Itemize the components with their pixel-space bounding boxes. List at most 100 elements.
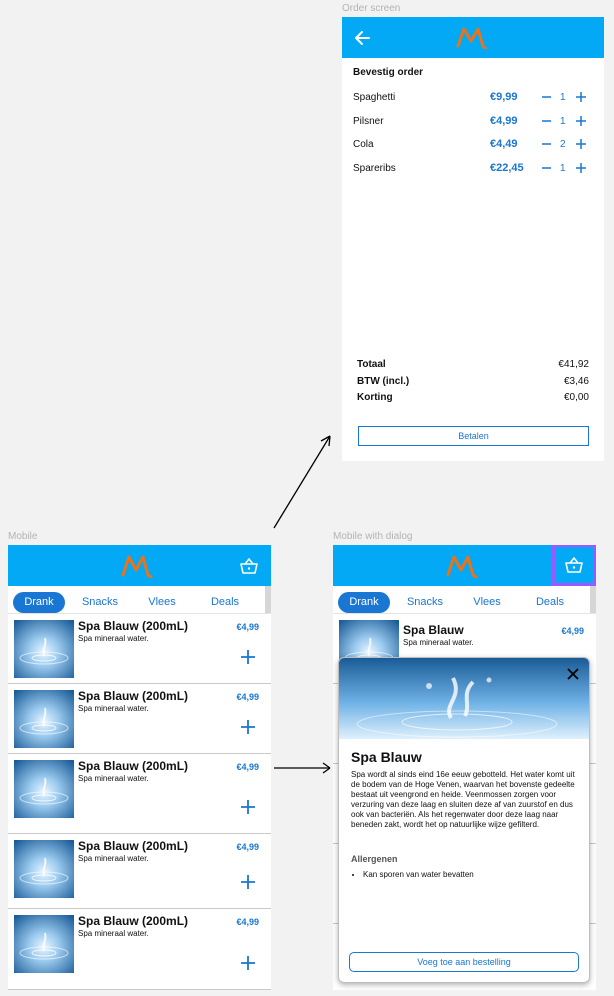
summary-value: €3,46 xyxy=(563,375,589,387)
summary-label: BTW (incl.) xyxy=(357,375,410,387)
item-price: €4,99 xyxy=(236,692,259,702)
mobile-header xyxy=(8,545,271,586)
category-tabs: Drank Snacks Vlees Deals xyxy=(333,586,596,614)
list-item[interactable]: Spa Blauw (200mL) Spa mineraal water. €4,9… xyxy=(8,754,271,834)
dialog-screen: Drank Snacks Vlees Deals Spa Blauw Spa m… xyxy=(333,545,596,990)
tab-scrollbar[interactable] xyxy=(590,586,596,613)
order-row: Spaghetti €9,99 1 xyxy=(353,90,593,106)
allergen-heading: Allergenen xyxy=(351,854,398,864)
arrow-icon xyxy=(274,762,331,774)
tab-scrollbar[interactable] xyxy=(265,586,271,613)
arrow-icon xyxy=(273,435,331,529)
order-row: Pilsner €4,99 1 xyxy=(353,114,593,130)
pay-button[interactable]: Betalen xyxy=(358,426,589,446)
order-item-price: €4,99 xyxy=(490,114,518,127)
dialog-description: Spa wordt al sinds eind 16e eeuw gebotte… xyxy=(351,770,575,829)
order-header xyxy=(342,17,604,58)
close-icon[interactable] xyxy=(565,666,581,682)
item-price: €4,99 xyxy=(236,842,259,852)
frame-label-dialog: Mobile with dialog xyxy=(333,531,413,542)
item-desc: Spa mineraal water. xyxy=(78,704,149,713)
item-name: Spa Blauw (200mL) xyxy=(78,914,189,928)
order-item-qty: 1 xyxy=(560,162,566,174)
list-item[interactable]: Spa Blauw (200mL) Spa mineraal water. €4,9… xyxy=(8,909,271,990)
order-item-price: €9,99 xyxy=(490,91,518,103)
order-row: Spareribs €22,45 1 xyxy=(353,161,593,177)
add-to-order-button[interactable]: Voeg toe aan bestelling xyxy=(349,952,579,972)
tab-drank[interactable]: Drank xyxy=(13,592,65,613)
plus-icon[interactable] xyxy=(239,648,257,666)
order-item-price: €4,49 xyxy=(490,138,518,150)
item-name: Spa Blauw (200mL) xyxy=(78,759,189,773)
tab-snacks[interactable]: Snacks xyxy=(74,592,126,613)
list-item[interactable]: Spa Blauw (200mL) Spa mineraal water. €4,9… xyxy=(8,614,271,684)
plus-icon[interactable] xyxy=(575,161,587,175)
order-item-name: Cola xyxy=(353,139,374,150)
item-price: €4,99 xyxy=(236,762,259,772)
item-price: €4,99 xyxy=(561,626,584,636)
basket-icon[interactable] xyxy=(233,550,265,582)
plus-icon[interactable] xyxy=(575,90,587,104)
minus-icon[interactable] xyxy=(541,114,552,128)
minus-icon[interactable] xyxy=(541,137,552,151)
summary-value: €0,00 xyxy=(563,392,589,403)
item-name: Spa Blauw (200mL) xyxy=(78,839,189,853)
dialog-screen-header xyxy=(333,545,596,586)
item-name: Spa Blauw (200mL) xyxy=(78,619,189,633)
summary-row: BTW (incl.) €3,46 xyxy=(357,376,589,390)
dialog-image xyxy=(339,658,589,739)
order-item-qty: 2 xyxy=(560,139,566,150)
dialog-title: Spa Blauw xyxy=(351,749,422,765)
allergen-list: Kan sporen van water bevatten xyxy=(363,870,474,879)
summary-row: Korting €0,00 xyxy=(357,392,589,406)
order-item-price: €22,45 xyxy=(490,161,524,174)
item-desc: Spa mineraal water. xyxy=(78,854,149,863)
tab-deals[interactable]: Deals xyxy=(199,592,251,613)
item-desc: Spa mineraal water. xyxy=(78,634,149,643)
plus-icon[interactable] xyxy=(239,954,257,972)
order-item-qty: 1 xyxy=(560,115,566,127)
tab-deals[interactable]: Deals xyxy=(524,592,576,613)
item-desc: Spa mineraal water. xyxy=(403,638,474,647)
summary-label: Korting xyxy=(357,392,393,403)
order-screen: Bevestig order Spaghetti €9,99 1 Pilsner €4,… xyxy=(342,17,604,461)
list-item[interactable]: Spa Blauw (200mL) Spa mineraal water. €4,9… xyxy=(8,834,271,909)
logo-icon xyxy=(455,25,493,54)
product-image xyxy=(14,690,74,748)
plus-icon[interactable] xyxy=(239,718,257,736)
order-title: Bevestig order xyxy=(353,67,424,78)
plus-icon[interactable] xyxy=(239,873,257,891)
order-row: Cola €4,49 2 xyxy=(353,137,593,153)
product-image xyxy=(14,620,74,678)
frame-label-order: Order screen xyxy=(342,3,401,14)
order-item-name: Pilsner xyxy=(353,115,384,127)
item-price: €4,99 xyxy=(236,622,259,632)
basket-icon[interactable] xyxy=(552,545,596,586)
summary-label: Totaal xyxy=(357,359,386,370)
allergen-item: Kan sporen van water bevatten xyxy=(363,870,474,879)
frame-label-mobile: Mobile xyxy=(8,531,38,542)
plus-icon[interactable] xyxy=(575,137,587,151)
tab-vlees[interactable]: Vlees xyxy=(136,592,188,613)
tab-snacks[interactable]: Snacks xyxy=(399,592,451,613)
summary-row: Totaal €41,92 xyxy=(357,359,589,373)
plus-icon[interactable] xyxy=(575,114,587,128)
item-name: Spa Blauw xyxy=(403,623,464,637)
tab-vlees[interactable]: Vlees xyxy=(461,592,513,613)
minus-icon[interactable] xyxy=(541,90,552,104)
order-item-qty: 1 xyxy=(560,92,566,103)
list-item[interactable]: Spa Blauw (200mL) Spa mineraal water. €4,9… xyxy=(8,684,271,754)
category-tabs: Drank Snacks Vlees Deals xyxy=(8,586,271,614)
item-name: Spa Blauw (200mL) xyxy=(78,689,189,703)
summary-value: €41,92 xyxy=(558,359,589,370)
item-desc: Spa mineraal water. xyxy=(78,774,149,783)
back-arrow-icon[interactable] xyxy=(352,28,372,48)
mobile-screen: Drank Snacks Vlees Deals Spa Blauw (200m… xyxy=(8,545,271,990)
tab-drank[interactable]: Drank xyxy=(338,592,390,613)
item-desc: Spa mineraal water. xyxy=(78,929,149,938)
order-item-name: Spaghetti xyxy=(353,92,396,103)
plus-icon[interactable] xyxy=(239,798,257,816)
product-image xyxy=(14,840,74,898)
logo-icon xyxy=(120,552,158,583)
minus-icon[interactable] xyxy=(541,161,552,175)
